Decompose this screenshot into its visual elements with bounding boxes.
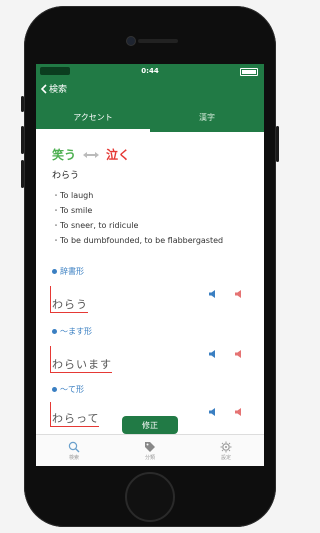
tab-bar: 検索 分類 設定 xyxy=(36,434,264,466)
tabbar-item-settings[interactable]: 設定 xyxy=(188,435,264,466)
tag-icon xyxy=(145,442,155,452)
section-title: 辞書形 xyxy=(60,267,84,276)
bullet-icon xyxy=(52,269,57,274)
tabbar-label: 検索 xyxy=(68,455,79,461)
bullet-icon xyxy=(52,387,57,392)
opposite-arrow-icon xyxy=(83,151,100,158)
meaning-list: To laugh To smile To sneer, to ridicule … xyxy=(52,188,223,248)
back-button[interactable]: 検索 xyxy=(40,82,67,95)
section-title: 〜て形 xyxy=(60,385,84,394)
battery-icon xyxy=(240,68,258,76)
back-label: 検索 xyxy=(49,85,68,95)
volume-up-button xyxy=(21,126,24,154)
gear-icon xyxy=(220,441,232,453)
conjugation-form: わらう xyxy=(50,286,88,313)
fix-button[interactable]: 修正 xyxy=(122,416,178,434)
word-main: 笑う xyxy=(52,148,77,162)
silent-switch xyxy=(21,96,24,112)
volume-down-button xyxy=(21,160,24,188)
navigation-bar: 検索 xyxy=(36,78,264,102)
front-camera xyxy=(127,37,135,45)
speaker-red-icon[interactable] xyxy=(234,349,244,359)
power-button xyxy=(276,126,279,162)
meaning-item: To sneer, to ridicule xyxy=(52,218,223,233)
speaker-blue-icon[interactable] xyxy=(208,349,218,359)
word-pair: 笑う 泣く xyxy=(52,146,130,163)
tabbar-label: 分類 xyxy=(144,455,155,461)
word-opposite: 泣く xyxy=(106,148,131,162)
speaker-red-icon[interactable] xyxy=(234,407,244,417)
section-te-form: 〜て形 xyxy=(52,384,84,395)
segment-tabs: アクセント 漢字 xyxy=(36,102,264,132)
tabbar-item-search[interactable]: 検索 xyxy=(36,435,112,466)
chevron-left-icon xyxy=(40,83,47,94)
word-reading: わらう xyxy=(52,171,80,181)
speaker-blue-icon[interactable] xyxy=(208,289,218,299)
form-text: わらって xyxy=(50,402,100,427)
form-text: わらいます xyxy=(50,346,112,373)
section-title: 〜ます形 xyxy=(60,327,92,336)
meaning-item: To be dumbfounded, to be flabbergasted xyxy=(52,233,223,248)
app-screen: 0:44 検索 アクセント 漢字 笑う 泣く わらう To laugh To s… xyxy=(36,64,264,466)
conjugation-form: わらって xyxy=(50,402,100,427)
conjugation-form: わらいます xyxy=(50,346,112,373)
search-icon xyxy=(68,441,80,453)
section-masu-form: 〜ます形 xyxy=(52,326,92,337)
meaning-item: To smile xyxy=(52,203,223,218)
home-button[interactable] xyxy=(125,472,175,522)
speaker-red-icon[interactable] xyxy=(234,289,244,299)
tab-kanji[interactable]: 漢字 xyxy=(150,102,264,132)
section-dictionary-form: 辞書形 xyxy=(52,266,84,277)
bullet-icon xyxy=(52,329,57,334)
meaning-item: To laugh xyxy=(52,188,223,203)
status-bar: 0:44 xyxy=(36,64,264,78)
form-text: わらう xyxy=(50,286,88,313)
tab-accent[interactable]: アクセント xyxy=(36,102,150,132)
status-time: 0:44 xyxy=(141,67,159,75)
speaker-blue-icon[interactable] xyxy=(208,407,218,417)
tabbar-label: 設定 xyxy=(220,455,231,461)
earpiece-speaker xyxy=(138,39,178,43)
tabbar-item-category[interactable]: 分類 xyxy=(112,435,188,466)
